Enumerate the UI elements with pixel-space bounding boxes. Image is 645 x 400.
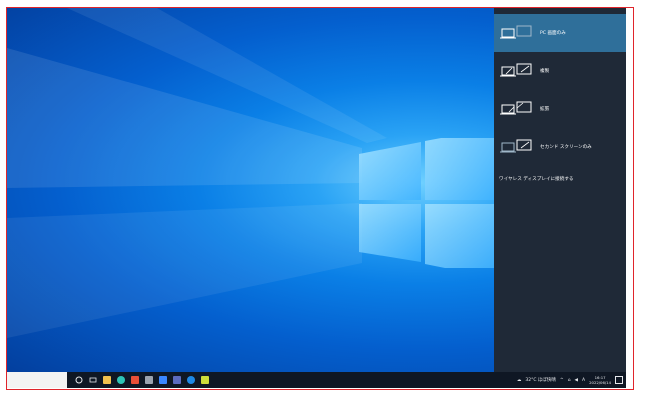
option-label: 拡張 (540, 107, 550, 112)
project-panel: 映す PC 画面のみ 複製 拡張 セカンド スクリーンのみ ワイヤレス ディスプ… (494, 1, 626, 372)
connect-wireless-display-link[interactable]: ワイヤレス ディスプレイに接続する (499, 176, 574, 182)
option-second-screen-only[interactable]: セカンド スクリーンのみ (494, 128, 626, 166)
search-box[interactable] (7, 372, 67, 388)
app-store-icon[interactable] (159, 376, 167, 384)
option-label: 複製 (540, 69, 550, 74)
date: 2022/06/14 (589, 380, 611, 385)
second-screen-only-icon (500, 139, 532, 153)
ime-indicator[interactable]: A (582, 378, 585, 383)
cortana-icon[interactable] (75, 376, 83, 384)
network-icon[interactable]: ⌂ (568, 378, 571, 383)
notification-icon[interactable] (615, 376, 623, 384)
notes-icon[interactable] (201, 376, 209, 384)
option-duplicate[interactable]: 複製 (494, 52, 626, 90)
r-app-icon[interactable] (173, 376, 181, 384)
weather-icon[interactable]: ☁ (517, 378, 522, 383)
taskbar: ☁ 32°C ほぼ快晴 ^ ⌂ ◀ A 16:17 2022/06/14 (7, 372, 626, 388)
paint-icon[interactable] (145, 376, 153, 384)
system-tray: ☁ 32°C ほぼ快晴 ^ ⌂ ◀ A 16:17 2022/06/14 (517, 372, 623, 388)
skype-icon[interactable] (187, 376, 195, 384)
duplicate-icon (500, 63, 532, 77)
chevron-up-icon[interactable]: ^ (560, 378, 564, 383)
clock[interactable]: 16:17 2022/06/14 (589, 375, 611, 385)
edge-icon[interactable] (117, 376, 125, 384)
desktop-wallpaper (7, 8, 494, 372)
option-extend[interactable]: 拡張 (494, 90, 626, 128)
panel-title: 映す (497, 1, 508, 7)
extend-icon (500, 101, 532, 115)
option-label: セカンド スクリーンのみ (540, 145, 592, 150)
app-icon[interactable] (131, 376, 139, 384)
option-label: PC 画面のみ (540, 31, 566, 36)
file-explorer-icon[interactable] (103, 376, 111, 384)
weather-text[interactable]: 32°C ほぼ快晴 (525, 377, 556, 383)
pc-screen-only-icon (500, 25, 532, 39)
windows-logo-icon (359, 138, 494, 268)
volume-icon[interactable]: ◀ (575, 378, 578, 383)
option-pc-screen-only[interactable]: PC 画面のみ (494, 14, 626, 52)
task-view-icon[interactable] (89, 376, 97, 384)
